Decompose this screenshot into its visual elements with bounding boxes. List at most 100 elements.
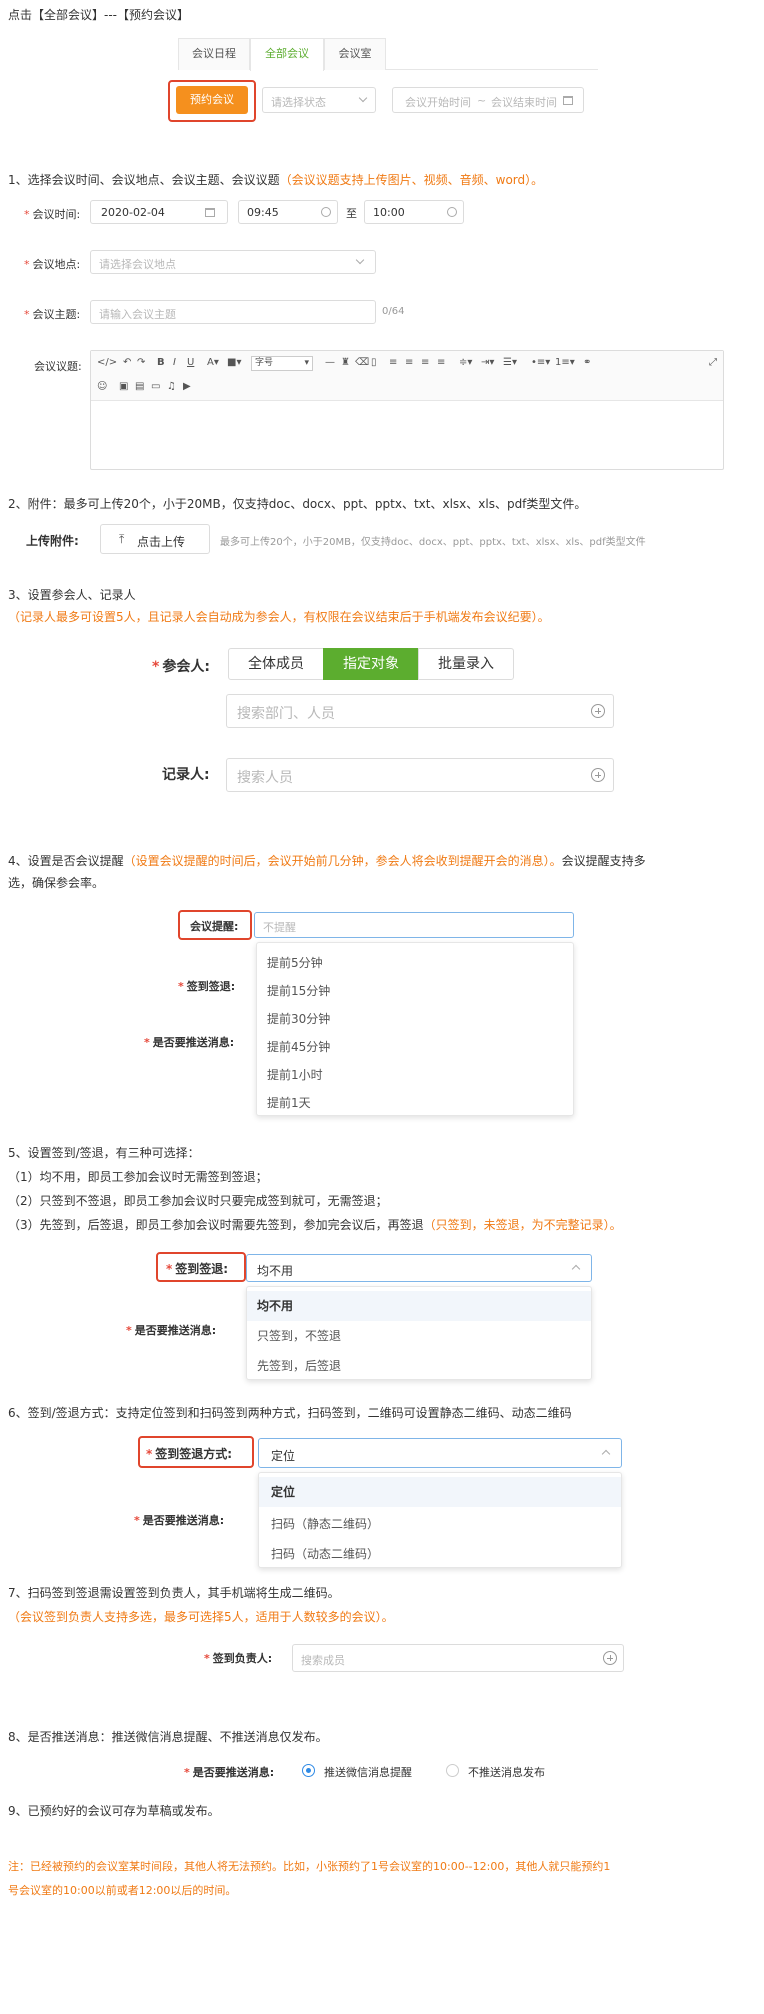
add-circle-icon[interactable] (603, 1651, 617, 1665)
chevron-down-icon (355, 255, 365, 265)
align-left-icon[interactable]: ≡ (389, 356, 397, 370)
format-painter-icon[interactable]: ♜ (341, 356, 350, 370)
step9-text: 9、已预约好的会议可存为草稿或发布。 (8, 1804, 220, 1818)
step4-text-cont: 选，确保参会率。 (8, 876, 105, 890)
range-end: 会议结束时间 (491, 96, 557, 109)
fullscreen-icon[interactable]: ⤢ (709, 356, 717, 370)
reminder-option[interactable]: 提前1小时 (257, 1061, 573, 1089)
reminder-dropdown: 提前5分钟 提前15分钟 提前30分钟 提前45分钟 提前1小时 提前1天 (256, 942, 574, 1116)
reminder-option[interactable]: 提前15分钟 (257, 977, 573, 1005)
align-right-icon[interactable]: ≡ (421, 356, 429, 370)
bg-color-icon[interactable]: ■▾ (227, 356, 241, 370)
to-label: 至 (346, 207, 357, 220)
document-icon[interactable]: ▯ (371, 356, 377, 370)
font-size-label: 字号 (255, 358, 274, 368)
source-code-icon[interactable]: </> (97, 356, 117, 370)
push-wechat-label[interactable]: 推送微信消息提醒 (324, 1764, 412, 1780)
method-option[interactable]: 扫码（动态二维码） (259, 1539, 621, 1569)
range-start: 会议开始时间 (405, 96, 471, 109)
image-upload-icon[interactable]: ▤ (135, 380, 144, 394)
recorder-search-input[interactable]: 搜索人员 (226, 758, 614, 792)
attachment-icon[interactable]: ▭ (151, 380, 160, 394)
tab-meeting-room[interactable]: 会议室 (324, 38, 386, 70)
add-circle-icon[interactable] (591, 768, 605, 782)
horizontal-line-icon[interactable]: — (325, 356, 335, 370)
tab-all-meetings[interactable]: 全部会议 (250, 38, 324, 71)
music-icon[interactable]: ♫ (167, 380, 176, 394)
seg-batch-entry[interactable]: 批量录入 (418, 648, 514, 680)
line-height-icon[interactable]: ≑▾ (459, 356, 472, 370)
step2-text: 2、附件：最多可上传20个，小于20MB，仅支持doc、docx、ppt、ppt… (8, 497, 587, 511)
attendee-search-placeholder: 搜索部门、人员 (237, 706, 335, 722)
step4-text: 4、设置是否会议提醒（设置会议提醒的时间后，会议开始前几分钟，参会人将会收到提醒… (8, 854, 646, 868)
tab-schedule[interactable]: 会议日程 (178, 38, 250, 70)
start-time-value: 09:45 (247, 206, 279, 219)
chevron-up-icon (601, 1449, 611, 1459)
seg-all-members[interactable]: 全体成员 (228, 648, 324, 680)
reminder-select[interactable]: 不提醒 (254, 912, 574, 938)
link-icon[interactable]: ⚭ (583, 356, 591, 370)
date-range-input[interactable]: 会议开始时间 ~ 会议结束时间 (392, 87, 584, 113)
radio-no-push[interactable] (446, 1764, 459, 1777)
sign-option[interactable]: 均不用 (247, 1291, 591, 1321)
place-label: * 会议地点: (24, 258, 81, 271)
date-input[interactable]: 2020-02-04 (90, 200, 228, 224)
radio-push-wechat[interactable] (302, 1764, 315, 1777)
sign-option[interactable]: 只签到，不签退 (247, 1321, 591, 1351)
align-center-icon[interactable]: ≡ (405, 356, 413, 370)
status-select[interactable]: 请选择状态 (262, 87, 376, 113)
attendee-search-input[interactable]: 搜索部门、人员 (226, 694, 614, 728)
add-circle-icon[interactable] (591, 704, 605, 718)
end-time-value: 10:00 (373, 206, 405, 219)
push-label: * 是否要推送消息: (134, 1514, 225, 1527)
sign-select[interactable]: 均不用 (246, 1254, 592, 1282)
clock-icon (447, 207, 457, 217)
reminder-option[interactable]: 提前45分钟 (257, 1033, 573, 1061)
reminder-option[interactable]: 提前30分钟 (257, 1005, 573, 1033)
indent-icon[interactable]: ⇥▾ (481, 356, 494, 370)
align-justify-icon[interactable]: ≡ (437, 356, 445, 370)
font-color-icon[interactable]: A▾ (207, 356, 219, 370)
owner-search-input[interactable]: 搜索成员 (292, 1644, 624, 1672)
undo-icon[interactable]: ↶ (123, 356, 131, 370)
bold-icon[interactable]: B (157, 356, 165, 370)
upload-button[interactable]: ⤒ 点击上传 (100, 524, 210, 554)
reminder-option[interactable]: 提前5分钟 (257, 949, 573, 977)
push-label: * 是否要推送消息: (126, 1324, 217, 1337)
range-separator: ~ (477, 94, 487, 107)
step3-text: 3、设置参会人、记录人 (8, 588, 136, 602)
video-icon[interactable]: ▶ (183, 380, 191, 394)
eraser-icon[interactable]: ⌫ (355, 356, 369, 370)
image-icon[interactable]: ▣ (119, 380, 128, 394)
end-time-input[interactable]: 10:00 (364, 200, 464, 224)
bullet-list-icon[interactable]: •≡▾ (531, 356, 550, 370)
seg-specified[interactable]: 指定对象 (323, 648, 419, 680)
subject-label: * 会议主题: (24, 308, 81, 321)
no-push-label[interactable]: 不推送消息发布 (468, 1764, 545, 1780)
chevron-down-icon: ▾ (304, 358, 309, 368)
method-dropdown: 定位 扫码（静态二维码） 扫码（动态二维码） (258, 1472, 622, 1568)
rich-text-editor[interactable]: </> ↶ ↷ B I U A▾ ■▾ 字号 ▾ — ♜ ⌫ ▯ ≡ ≡ ≡ ≡ … (90, 350, 724, 470)
paragraph-spacing-icon[interactable]: ☰▾ (503, 356, 517, 370)
reminder-option[interactable]: 提前1天 (257, 1089, 573, 1117)
underline-icon[interactable]: U (187, 356, 194, 370)
numbered-list-icon[interactable]: 1≡▾ (555, 356, 575, 370)
emoji-icon[interactable]: ☺ (97, 380, 107, 394)
subject-input[interactable]: 请输入会议主题 (90, 300, 376, 324)
italic-icon[interactable]: I (173, 356, 176, 370)
sign-option[interactable]: 先签到，后签退 (247, 1351, 591, 1381)
method-select[interactable]: 定位 (258, 1438, 622, 1468)
upload-hint: 最多可上传20个，小于20MB，仅支持doc、docx、ppt、pptx、txt… (220, 537, 646, 548)
book-meeting-button[interactable]: 预约会议 (176, 86, 248, 114)
font-size-select[interactable]: 字号 ▾ (251, 356, 313, 371)
method-option[interactable]: 扫码（静态二维码） (259, 1509, 621, 1539)
sign-label: * 签到签退: (178, 980, 236, 993)
place-select[interactable]: 请选择会议地点 (90, 250, 376, 274)
date-value: 2020-02-04 (101, 206, 165, 219)
step5-line2: （2）只签到不签退，即员工参加会议时只要完成签到就可，无需签退； (8, 1194, 388, 1208)
method-option[interactable]: 定位 (259, 1477, 621, 1507)
editor-toolbar: </> ↶ ↷ B I U A▾ ■▾ 字号 ▾ — ♜ ⌫ ▯ ≡ ≡ ≡ ≡ … (91, 351, 723, 401)
start-time-input[interactable]: 09:45 (238, 200, 338, 224)
footnote-line1: 注：已经被预约的会议室某时间段，其他人将无法预约。比如，小张预约了1号会议室的1… (8, 1860, 611, 1873)
redo-icon[interactable]: ↷ (137, 356, 145, 370)
